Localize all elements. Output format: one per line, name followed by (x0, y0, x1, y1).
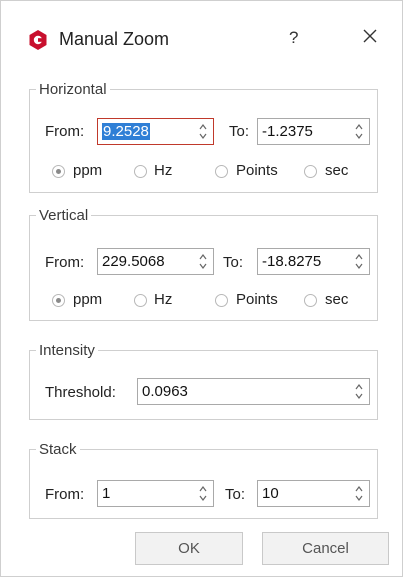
vertical-radio-sec-label: sec (325, 291, 349, 308)
horizontal-radio-ppm-label: ppm (73, 162, 103, 179)
horizontal-from-spinbox[interactable]: 9.2528 (97, 118, 214, 145)
help-button[interactable]: ? (289, 28, 298, 48)
horizontal-to-value: -1.2375 (262, 123, 313, 140)
threshold-value: 0.0963 (142, 383, 188, 400)
spin-arrows-icon[interactable] (198, 484, 208, 503)
horizontal-radio-points-label: Points (236, 162, 278, 179)
horizontal-radio-hz-label: Hz (154, 162, 173, 179)
vertical-to-spinbox[interactable]: -18.8275 (257, 248, 370, 275)
vertical-radio-points-label: Points (236, 291, 278, 308)
horizontal-legend: Horizontal (39, 81, 107, 98)
stack-from-value: 1 (102, 485, 111, 502)
stack-to-value: 10 (262, 485, 279, 502)
horizontal-from-value: 9.2528 (102, 123, 150, 140)
spin-arrows-icon[interactable] (354, 484, 364, 503)
intensity-legend: Intensity (39, 342, 95, 359)
vertical-legend: Vertical (39, 207, 89, 224)
vertical-radio-ppm-label: ppm (73, 291, 103, 308)
threshold-label: Threshold: (45, 384, 116, 401)
vertical-radio-hz[interactable] (134, 294, 147, 307)
app-logo-icon (29, 30, 47, 50)
stack-legend: Stack (39, 441, 77, 458)
vertical-from-label: From: (45, 254, 85, 271)
horizontal-radio-sec-label: sec (325, 162, 349, 179)
horizontal-radio-sec[interactable] (304, 165, 317, 178)
vertical-to-label: To: (223, 254, 244, 271)
close-icon[interactable] (359, 25, 381, 47)
stack-from-label: From: (45, 486, 85, 503)
manual-zoom-dialog: Manual Zoom ? Horizontal From: 9.2528 To… (0, 0, 403, 577)
spin-arrows-icon[interactable] (354, 122, 364, 141)
spin-arrows-icon[interactable] (354, 382, 364, 401)
vertical-radio-hz-label: Hz (154, 291, 173, 308)
threshold-spinbox[interactable]: 0.0963 (137, 378, 370, 405)
ok-button[interactable]: OK (135, 532, 243, 565)
horizontal-radio-ppm[interactable] (52, 165, 65, 178)
spin-arrows-icon[interactable] (198, 122, 208, 141)
vertical-radio-points[interactable] (215, 294, 228, 307)
title-bar: Manual Zoom ? (1, 1, 402, 73)
stack-to-spinbox[interactable]: 10 (257, 480, 370, 507)
stack-to-label: To: (225, 486, 246, 503)
dialog-title: Manual Zoom (59, 29, 170, 49)
vertical-to-value: -18.8275 (262, 253, 322, 270)
vertical-from-value: 229.5068 (102, 253, 165, 270)
vertical-radio-ppm[interactable] (52, 294, 65, 307)
stack-from-spinbox[interactable]: 1 (97, 480, 214, 507)
vertical-radio-sec[interactable] (304, 294, 317, 307)
cancel-button[interactable]: Cancel (262, 532, 389, 565)
horizontal-to-spinbox[interactable]: -1.2375 (257, 118, 370, 145)
vertical-from-spinbox[interactable]: 229.5068 (97, 248, 214, 275)
horizontal-to-label: To: (229, 123, 250, 140)
horizontal-radio-hz[interactable] (134, 165, 147, 178)
spin-arrows-icon[interactable] (354, 252, 364, 271)
spin-arrows-icon[interactable] (198, 252, 208, 271)
horizontal-radio-points[interactable] (215, 165, 228, 178)
horizontal-from-label: From: (45, 123, 85, 140)
